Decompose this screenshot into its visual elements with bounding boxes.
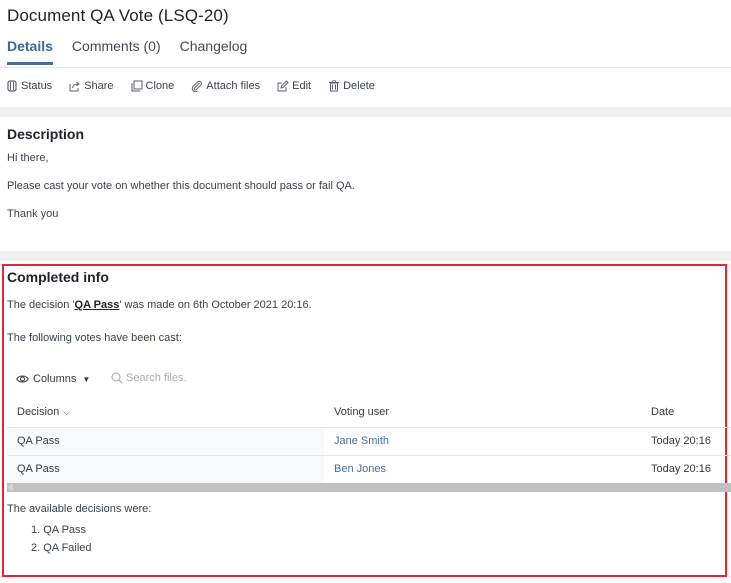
- columns-label: Columns: [33, 373, 77, 385]
- description-line: Thank you: [7, 208, 59, 220]
- page-title: Document QA Vote (LSQ-20): [7, 6, 229, 25]
- date-cell: Today 20:16: [651, 435, 711, 447]
- clone-icon: [131, 80, 143, 92]
- tab-details[interactable]: Details: [7, 38, 53, 65]
- description-line: Hi there,: [7, 152, 49, 164]
- column-header-voting-user[interactable]: Voting user: [334, 400, 389, 427]
- status-icon: [7, 80, 17, 92]
- list-item: 2. QA Failed: [31, 542, 92, 554]
- clone-label: Clone: [145, 80, 175, 92]
- votes-intro: The following votes have been cast:: [7, 332, 182, 344]
- tab-comments[interactable]: Comments (0): [72, 38, 161, 64]
- decision-suffix: ' was made on 6th October 2021 20:16.: [119, 299, 312, 311]
- available-decisions-intro: The available decisions were:: [7, 503, 152, 515]
- table-row: QA Pass Ben Jones Today 20:16: [7, 456, 731, 484]
- scroll-left-arrow-icon[interactable]: [7, 483, 13, 491]
- horizontal-scrollbar[interactable]: [7, 483, 731, 492]
- share-button[interactable]: Share: [69, 80, 114, 92]
- trash-icon: [329, 80, 340, 92]
- section-separator: [0, 251, 731, 261]
- decision-cell: QA Pass: [7, 456, 324, 483]
- edit-button[interactable]: Edit: [277, 80, 311, 92]
- chevron-down-icon: ⌵: [63, 407, 71, 417]
- description-title: Description: [7, 126, 85, 142]
- section-separator: [0, 107, 731, 117]
- description-line: Please cast your vote on whether this do…: [7, 180, 355, 192]
- decision-prefix: The decision ': [7, 299, 75, 311]
- votes-table: Decision ⌵ Voting user Date QA Pass Jane …: [7, 400, 731, 484]
- columns-button[interactable]: Columns ▼: [16, 373, 90, 385]
- clone-button[interactable]: Clone: [131, 80, 175, 92]
- search-input[interactable]: [126, 372, 246, 384]
- attach-files-button[interactable]: Attach files: [191, 80, 260, 92]
- share-icon: [69, 81, 80, 92]
- table-row: QA Pass Jane Smith Today 20:16: [7, 428, 731, 456]
- edit-icon: [277, 80, 289, 92]
- attach-files-label: Attach files: [206, 80, 261, 92]
- column-header-date[interactable]: Date: [651, 400, 674, 427]
- tab-bar: Details Comments (0) Changelog: [7, 38, 266, 65]
- eye-icon: [16, 375, 29, 383]
- date-cell: Today 20:16: [651, 463, 711, 475]
- voting-user-link[interactable]: Jane Smith: [334, 428, 389, 455]
- status-button[interactable]: Status: [6, 80, 52, 92]
- caret-down-icon: ▼: [82, 374, 91, 384]
- tab-changelog[interactable]: Changelog: [180, 38, 248, 64]
- delete-label: Delete: [343, 80, 375, 92]
- column-header-decision[interactable]: Decision ⌵: [7, 400, 324, 427]
- toolbar: Status Share Clone Attach files Edit Del…: [6, 80, 392, 92]
- search-icon: [111, 372, 123, 384]
- decision-statement: The decision 'QA Pass' was made on 6th O…: [7, 299, 312, 311]
- completed-info-title: Completed info: [7, 269, 109, 285]
- decision-cell: QA Pass: [7, 428, 324, 455]
- tabs-divider: [0, 67, 731, 68]
- table-header: Decision ⌵ Voting user Date: [7, 400, 731, 428]
- paperclip-icon: [192, 80, 203, 92]
- search-box: [111, 372, 246, 384]
- share-label: Share: [84, 80, 114, 92]
- status-label: Status: [21, 80, 53, 92]
- column-header-label: Decision: [17, 406, 60, 418]
- edit-label: Edit: [292, 80, 312, 92]
- list-item: 1. QA Pass: [31, 524, 87, 536]
- delete-button[interactable]: Delete: [328, 80, 375, 92]
- available-decisions-list: 1. QA Pass 2. QA Failed: [31, 524, 92, 560]
- decision-link[interactable]: QA Pass: [75, 299, 120, 311]
- voting-user-link[interactable]: Ben Jones: [334, 456, 386, 483]
